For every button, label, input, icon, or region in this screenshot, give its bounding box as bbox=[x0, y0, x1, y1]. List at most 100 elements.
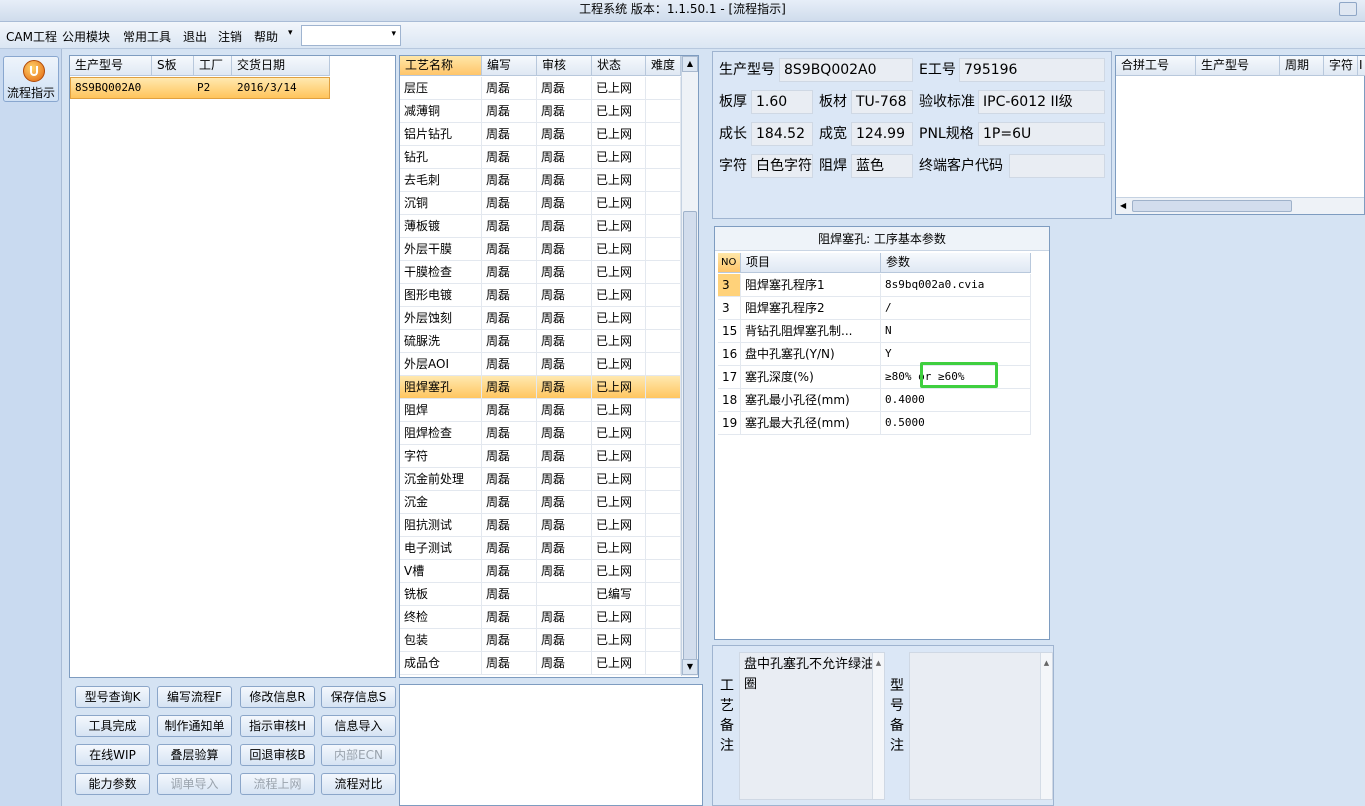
action-button-2-1[interactable]: 叠层验算 bbox=[157, 744, 232, 766]
table-row[interactable]: 阻抗测试 周磊 周磊 已上网 bbox=[400, 514, 681, 537]
table-row[interactable]: 阻焊塞孔 周磊 周磊 已上网 bbox=[400, 376, 681, 399]
action-button-3-1[interactable]: 调单导入 bbox=[157, 773, 232, 795]
col-header-value[interactable]: 参数 bbox=[881, 253, 1031, 273]
table-row[interactable]: 包装 周磊 周磊 已上网 bbox=[400, 629, 681, 652]
col-header-status[interactable]: 状态 bbox=[592, 56, 646, 76]
col-header-model[interactable]: 生产型号 bbox=[70, 56, 152, 76]
action-button-1-3[interactable]: 信息导入 bbox=[321, 715, 396, 737]
process-remarks-text[interactable]: 盘中孔塞孔不允许绿油圈 ▲ bbox=[739, 652, 885, 800]
col-header-merge-no[interactable]: 合拼工号 bbox=[1116, 56, 1196, 76]
menu-exit[interactable]: 退出 bbox=[183, 28, 207, 45]
table-row[interactable]: 外层干膜 周磊 周磊 已上网 bbox=[400, 238, 681, 261]
table-row[interactable]: 19 塞孔最大孔径(mm) 0.5000 bbox=[718, 412, 1031, 435]
action-button-3-0[interactable]: 能力参数 bbox=[75, 773, 150, 795]
table-row[interactable]: 8S9BQ002A0 P2 2016/3/14 bbox=[70, 77, 330, 99]
table-row[interactable]: 层压 周磊 周磊 已上网 bbox=[400, 77, 681, 100]
table-row[interactable]: 减薄铜 周磊 周磊 已上网 bbox=[400, 100, 681, 123]
action-button-2-0[interactable]: 在线WIP bbox=[75, 744, 150, 766]
col-header-s-board[interactable]: S板 bbox=[152, 56, 194, 76]
action-button-1-1[interactable]: 制作通知单 bbox=[157, 715, 232, 737]
table-row[interactable]: 阻焊检查 周磊 周磊 已上网 bbox=[400, 422, 681, 445]
col-header-difficulty[interactable]: 难度 bbox=[646, 56, 681, 76]
table-row[interactable]: 沉金 周磊 周磊 已上网 bbox=[400, 491, 681, 514]
model-field[interactable]: 8S9BQ002A0 bbox=[779, 58, 913, 82]
table-row[interactable]: 外层AOI 周磊 周磊 已上网 bbox=[400, 353, 681, 376]
table-row[interactable]: 15 背钻孔阻焊塞孔制... N bbox=[718, 320, 1031, 343]
menu-common-modules[interactable]: 公用模块 bbox=[62, 28, 110, 45]
action-button-0-1[interactable]: 编写流程F bbox=[157, 686, 232, 708]
merge-hscrollbar[interactable]: ◀ bbox=[1116, 197, 1364, 214]
process-reviewer: 周磊 bbox=[537, 284, 592, 307]
memo-scrollbar[interactable]: ▲ bbox=[872, 653, 884, 799]
table-row[interactable]: 3 阻焊塞孔程序1 8s9bq002a0.cvia bbox=[718, 274, 1031, 297]
table-row[interactable]: 外层蚀刻 周磊 周磊 已上网 bbox=[400, 307, 681, 330]
process-reviewer: 周磊 bbox=[537, 100, 592, 123]
action-button-3-3[interactable]: 流程对比 bbox=[321, 773, 396, 795]
thickness-field[interactable]: 1.60 bbox=[751, 90, 813, 114]
scroll-left-icon[interactable]: ◀ bbox=[1120, 201, 1126, 210]
action-button-1-2[interactable]: 指示审核H bbox=[240, 715, 315, 737]
memo-scrollbar[interactable]: ▲ bbox=[1040, 653, 1052, 799]
action-button-0-2[interactable]: 修改信息R bbox=[240, 686, 315, 708]
col-header-no[interactable]: NO bbox=[718, 253, 741, 273]
table-row[interactable]: 铝片钻孔 周磊 周磊 已上网 bbox=[400, 123, 681, 146]
col-header-factory[interactable]: 工厂 bbox=[194, 56, 232, 76]
customer-code-field[interactable] bbox=[1009, 154, 1105, 178]
model-remarks-text[interactable]: ▲ bbox=[909, 652, 1053, 800]
scroll-down-icon[interactable]: ▼ bbox=[682, 659, 698, 675]
col-header-more[interactable]: I bbox=[1358, 56, 1365, 76]
menu-logout[interactable]: 注销 bbox=[218, 28, 242, 45]
col-header-item[interactable]: 项目 bbox=[741, 253, 881, 273]
action-button-3-2[interactable]: 流程上网 bbox=[240, 773, 315, 795]
action-button-1-0[interactable]: 工具完成 bbox=[75, 715, 150, 737]
action-button-2-3[interactable]: 内部ECN bbox=[321, 744, 396, 766]
table-row[interactable]: 薄板镀 周磊 周磊 已上网 bbox=[400, 215, 681, 238]
pnl-field[interactable]: 1P=6U bbox=[978, 122, 1105, 146]
scroll-thumb[interactable] bbox=[1132, 200, 1292, 212]
length-field[interactable]: 184.52 bbox=[751, 122, 813, 146]
menu-help[interactable]: 帮助 bbox=[254, 28, 278, 45]
table-row[interactable]: 去毛刺 周磊 周磊 已上网 bbox=[400, 169, 681, 192]
table-row[interactable]: 3 阻焊塞孔程序2/ bbox=[718, 297, 1031, 320]
menu-overflow-icon[interactable]: ▾ bbox=[288, 28, 293, 38]
table-row[interactable]: 图形电镀 周磊 周磊 已上网 bbox=[400, 284, 681, 307]
menu-common-tools[interactable]: 常用工具 bbox=[123, 28, 171, 45]
col-header-reviewer[interactable]: 审核 bbox=[537, 56, 592, 76]
table-row[interactable]: 电子测试 周磊 周磊 已上网 bbox=[400, 537, 681, 560]
width-field[interactable]: 124.99 bbox=[851, 122, 913, 146]
col-header-writer[interactable]: 编写 bbox=[482, 56, 537, 76]
flow-instruction-button[interactable]: 流程指示 bbox=[3, 56, 59, 102]
table-row[interactable]: 铣板 周磊 已编写 bbox=[400, 583, 681, 606]
col-header-process-name[interactable]: 工艺名称 bbox=[400, 56, 482, 76]
table-row[interactable]: 干膜检查 周磊 周磊 已上网 bbox=[400, 261, 681, 284]
col-header-merge-model[interactable]: 生产型号 bbox=[1196, 56, 1280, 76]
table-row[interactable]: 钻孔 周磊 周磊 已上网 bbox=[400, 146, 681, 169]
process-scrollbar[interactable]: ▲ ▼ bbox=[681, 56, 698, 676]
table-row[interactable]: 硫脲洗 周磊 周磊 已上网 bbox=[400, 330, 681, 353]
table-row[interactable]: 阻焊 周磊 周磊 已上网 bbox=[400, 399, 681, 422]
table-row[interactable]: V槽 周磊 周磊 已上网 bbox=[400, 560, 681, 583]
action-button-0-0[interactable]: 型号查询K bbox=[75, 686, 150, 708]
engineer-field[interactable]: 795196 bbox=[959, 58, 1105, 82]
window-close-button[interactable] bbox=[1339, 2, 1357, 16]
process-name: 外层AOI bbox=[400, 353, 482, 376]
scroll-thumb[interactable] bbox=[683, 211, 697, 661]
material-field[interactable]: TU-768 bbox=[851, 90, 913, 114]
table-row[interactable]: 沉金前处理 周磊 周磊 已上网 bbox=[400, 468, 681, 491]
menu-cam[interactable]: CAM工程 bbox=[6, 28, 57, 45]
action-button-2-2[interactable]: 回退审核B bbox=[240, 744, 315, 766]
table-row[interactable]: 18 塞孔最小孔径(mm) 0.4000 bbox=[718, 389, 1031, 412]
col-header-period[interactable]: 周期 bbox=[1280, 56, 1324, 76]
scroll-up-icon[interactable]: ▲ bbox=[682, 56, 698, 72]
table-row[interactable]: 成品仓 周磊 周磊 已上网 bbox=[400, 652, 681, 675]
menu-combo-box[interactable]: ▾ bbox=[301, 25, 401, 46]
char-field[interactable]: 白色字符 bbox=[751, 154, 813, 178]
table-row[interactable]: 沉铜 周磊 周磊 已上网 bbox=[400, 192, 681, 215]
action-button-0-3[interactable]: 保存信息S bbox=[321, 686, 396, 708]
table-row[interactable]: 终检 周磊 周磊 已上网 bbox=[400, 606, 681, 629]
mask-field[interactable]: 蓝色 bbox=[851, 154, 913, 178]
col-header-char[interactable]: 字符 bbox=[1324, 56, 1358, 76]
table-row[interactable]: 字符 周磊 周磊 已上网 bbox=[400, 445, 681, 468]
col-header-delivery-date[interactable]: 交货日期 bbox=[232, 56, 330, 76]
standard-field[interactable]: IPC-6012 II级 bbox=[978, 90, 1105, 114]
